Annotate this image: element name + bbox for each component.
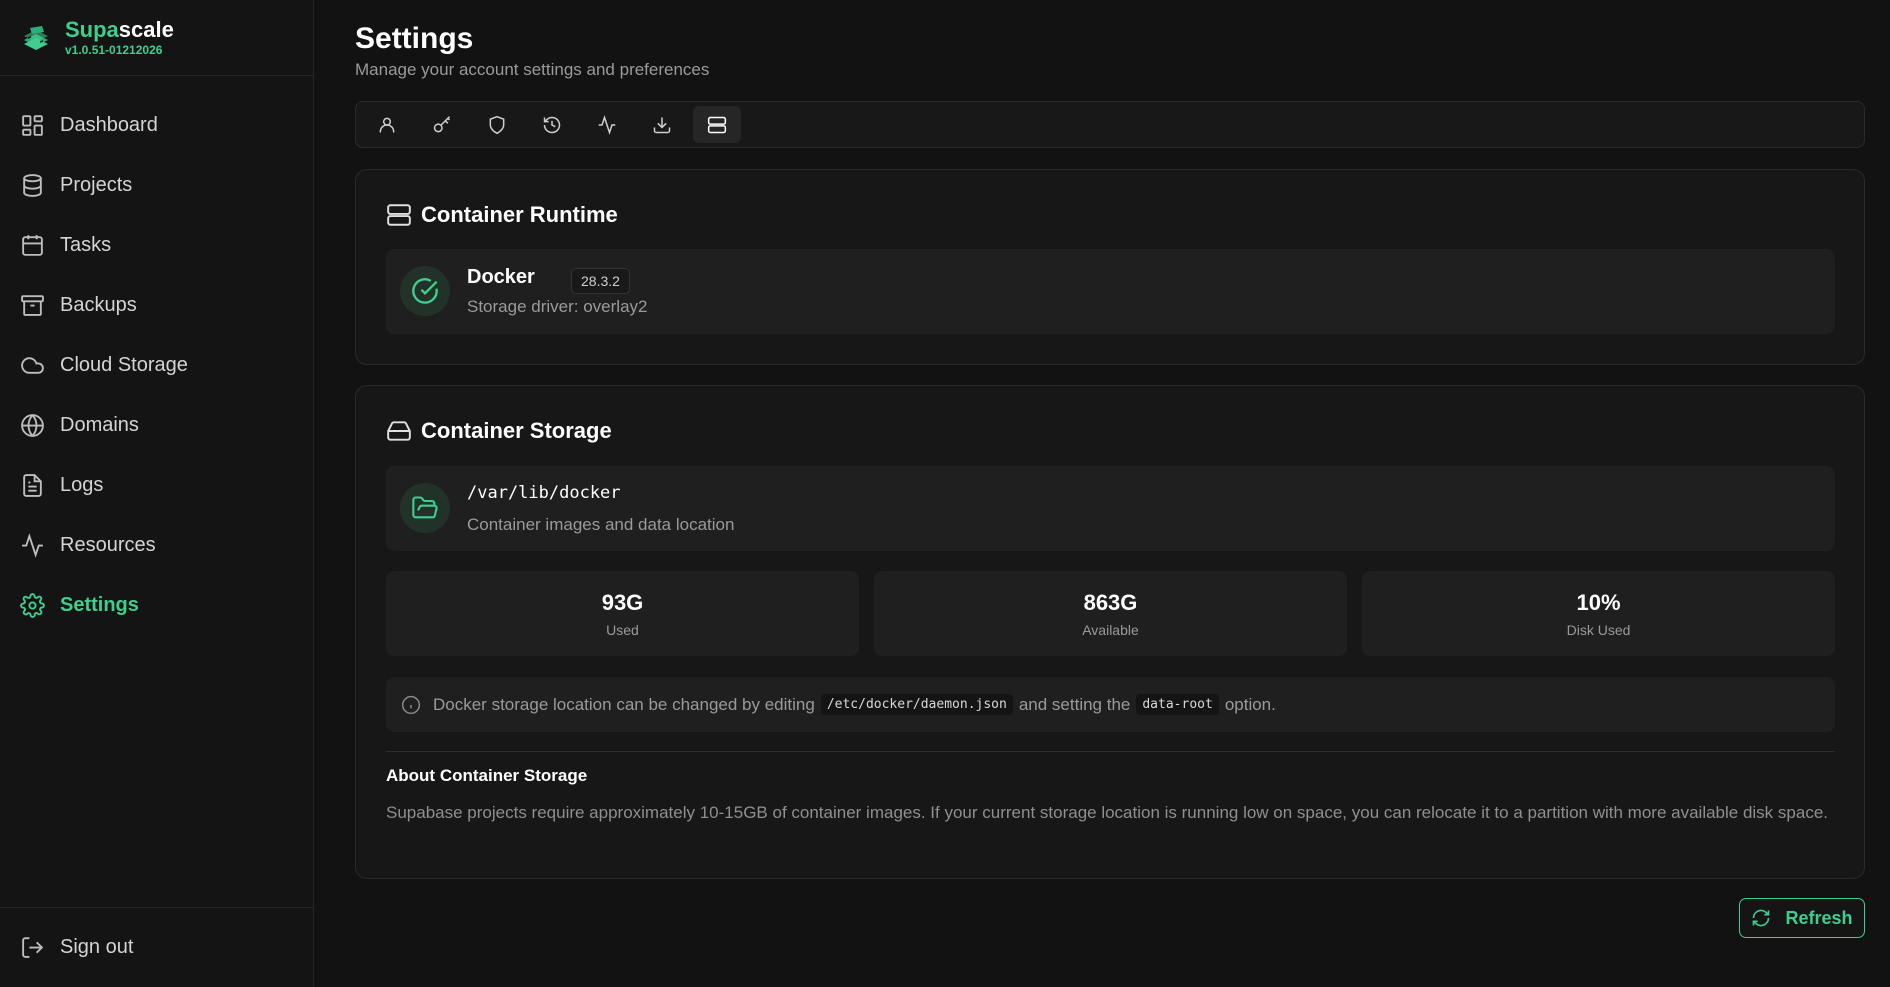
refresh-button[interactable]: Refresh <box>1739 898 1865 938</box>
data-root-code: data-root <box>1136 694 1219 715</box>
stat-disk-used: 10% Disk Used <box>1362 571 1835 656</box>
cloud-icon <box>20 353 45 378</box>
sidebar-item-settings[interactable]: Settings <box>0 575 313 635</box>
calendar-icon <box>20 233 45 258</box>
stat-used: 93G Used <box>386 571 859 656</box>
sidebar-item-dashboard[interactable]: Dashboard <box>0 95 313 155</box>
page-subtitle: Manage your account settings and prefere… <box>355 60 710 79</box>
sidebar-item-backups[interactable]: Backups <box>0 275 313 335</box>
server-icon <box>386 202 412 228</box>
database-icon <box>20 173 45 198</box>
page-title: Settings <box>355 22 474 55</box>
user-icon <box>377 115 397 135</box>
folder-open-icon <box>400 483 450 533</box>
info-icon <box>401 695 421 715</box>
activity-icon <box>20 532 45 558</box>
sidebar: Supascale v1.0.51-01212026 Dashboard Pro… <box>0 0 314 987</box>
key-icon <box>432 115 452 135</box>
tab-history[interactable] <box>528 106 576 143</box>
about-title: About Container Storage <box>386 766 588 785</box>
sidebar-item-logs[interactable]: Logs <box>0 455 313 515</box>
sidebar-item-label: Logs <box>60 473 104 496</box>
runtime-name: Docker <box>467 266 535 288</box>
dashboard-grid-icon <box>20 113 45 138</box>
gear-icon <box>20 592 45 618</box>
shield-icon <box>487 115 507 135</box>
version-badge: 28.3.2 <box>571 268 630 294</box>
runtime-info: Docker 28.3.2 Storage driver: overlay2 <box>386 249 1835 334</box>
tab-security[interactable] <box>473 106 521 143</box>
storage-stats: 93G Used 863G Available 10% Disk Used <box>386 571 1835 656</box>
activity-icon <box>597 114 617 135</box>
tab-api-keys[interactable] <box>418 106 466 143</box>
sidebar-item-label: Dashboard <box>60 113 158 136</box>
brand-name: Supascale <box>65 16 174 42</box>
archive-icon <box>20 293 45 318</box>
tab-activity[interactable] <box>583 106 631 143</box>
server-icon <box>707 115 727 135</box>
sidebar-nav: Dashboard Projects Tasks Backups Cloud S… <box>0 76 313 635</box>
storage-path: /var/lib/docker <box>467 483 621 503</box>
sidebar-item-label: Domains <box>60 413 139 436</box>
brand-version: v1.0.51-01212026 <box>65 42 163 57</box>
tab-updates[interactable] <box>638 106 686 143</box>
sidebar-item-tasks[interactable]: Tasks <box>0 215 313 275</box>
storage-info-note: Docker storage location can be changed b… <box>386 677 1835 732</box>
sidebar-item-resources[interactable]: Resources <box>0 515 313 575</box>
daemon-json-code: /etc/docker/daemon.json <box>820 694 1013 715</box>
download-icon <box>652 115 672 135</box>
refresh-icon <box>1751 908 1785 928</box>
tab-account[interactable] <box>363 106 411 143</box>
divider <box>386 751 1835 752</box>
container-storage-card: Container Storage /var/lib/docker Contai… <box>355 385 1865 879</box>
about-text: Supabase projects require approximately … <box>386 803 1828 822</box>
sidebar-item-label: Cloud Storage <box>60 353 188 376</box>
sidebar-item-label: Settings <box>60 593 139 616</box>
log-out-icon <box>20 935 45 960</box>
sidebar-item-domains[interactable]: Domains <box>0 395 313 455</box>
settings-tabbar <box>355 101 1865 148</box>
tab-storage[interactable] <box>693 106 741 143</box>
sidebar-item-label: Projects <box>60 173 133 196</box>
stat-available: 863G Available <box>874 571 1347 656</box>
layered-stack-logo-icon <box>20 22 52 54</box>
card-title: Container Runtime <box>386 202 618 228</box>
storage-driver: Storage driver: overlay2 <box>467 297 648 316</box>
sidebar-item-projects[interactable]: Projects <box>0 155 313 215</box>
hard-drive-icon <box>386 418 412 444</box>
brand: Supascale v1.0.51-01212026 <box>0 0 313 76</box>
sidebar-item-cloud-storage[interactable]: Cloud Storage <box>0 335 313 395</box>
sidebar-item-label: Backups <box>60 293 137 316</box>
check-circle-icon <box>400 266 450 316</box>
sign-out-label: Sign out <box>60 936 134 958</box>
container-runtime-card: Container Runtime Docker 28.3.2 Storage … <box>355 169 1865 365</box>
sidebar-item-label: Resources <box>60 533 156 556</box>
globe-icon <box>20 413 45 438</box>
file-text-icon <box>20 473 45 498</box>
storage-location: /var/lib/docker Container images and dat… <box>386 466 1835 551</box>
sign-out-button[interactable]: Sign out <box>0 907 313 987</box>
sidebar-item-label: Tasks <box>60 233 112 256</box>
storage-path-description: Container images and data location <box>467 515 735 534</box>
history-icon <box>542 115 562 135</box>
card-title: Container Storage <box>386 418 612 444</box>
